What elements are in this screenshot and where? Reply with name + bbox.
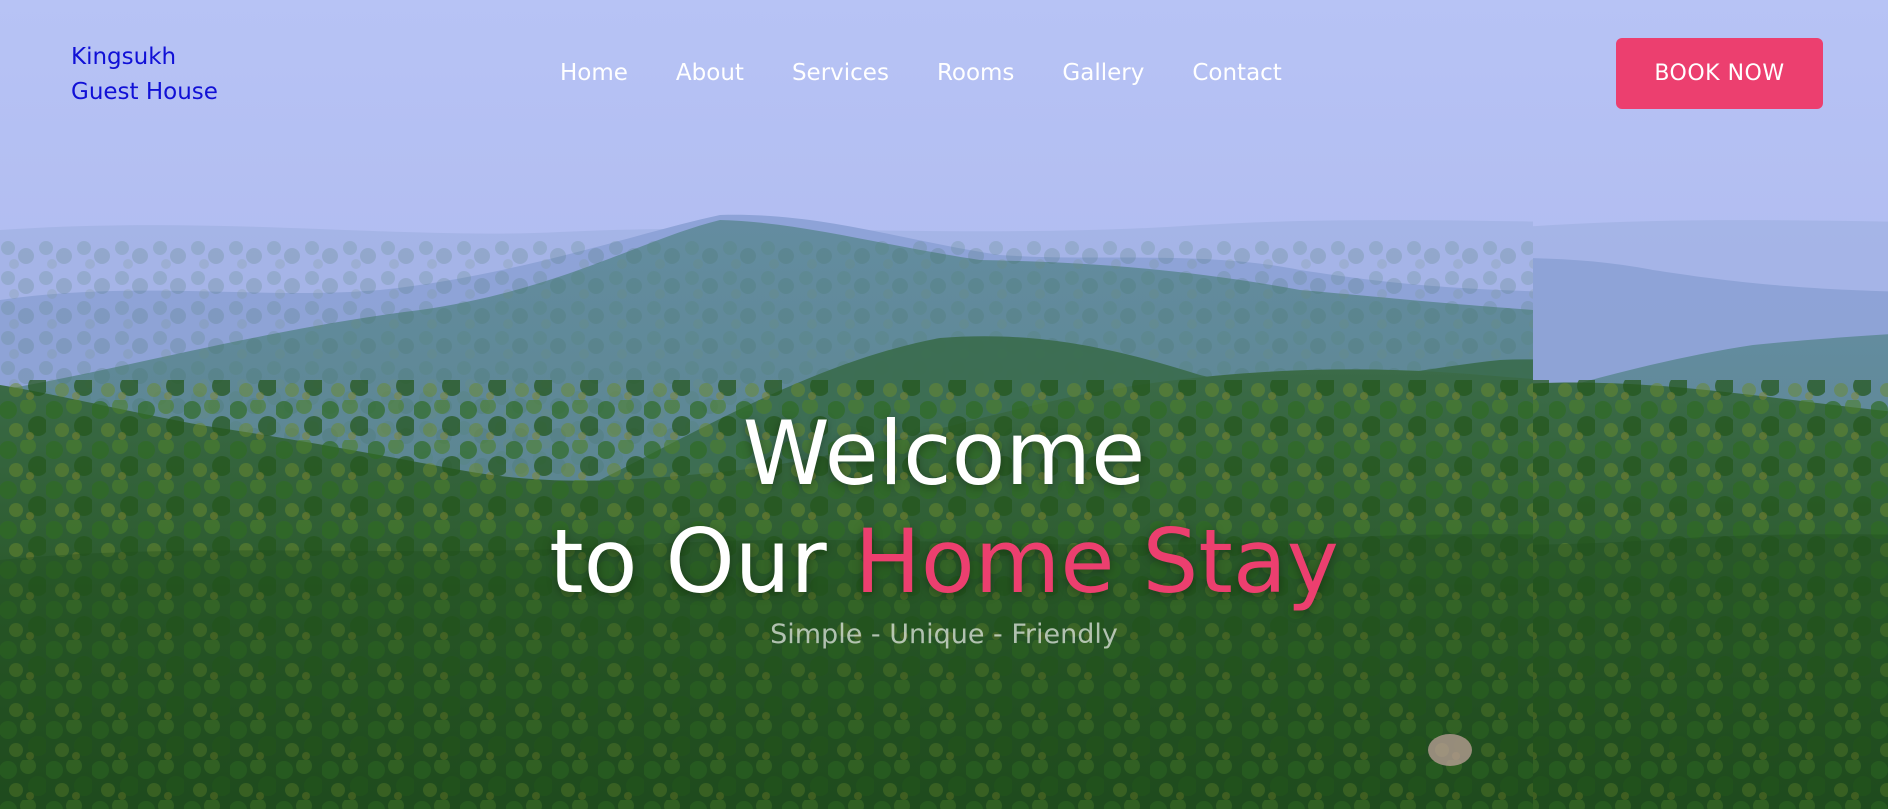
nav-link-services[interactable]: Services (792, 56, 889, 90)
brand-name-line2: Guest House (71, 79, 218, 105)
top-navbar: Kingsukh Guest House Home About Services… (0, 0, 1888, 150)
nav-link-gallery[interactable]: Gallery (1062, 56, 1144, 90)
nav-link-rooms[interactable]: Rooms (937, 56, 1014, 90)
brand-logo-link[interactable]: Kingsukh Guest House (71, 40, 218, 110)
hero-headline-prefix: to Our (549, 510, 827, 613)
hero-headline-line1: Welcome (742, 402, 1146, 505)
main-navigation: Home About Services Rooms Gallery Contac… (560, 56, 1282, 90)
hero-section: Kingsukh Guest House Home About Services… (0, 0, 1888, 809)
brand-name-line1: Kingsukh (71, 44, 177, 70)
nav-link-contact[interactable]: Contact (1192, 56, 1281, 90)
nav-link-home[interactable]: Home (560, 56, 628, 90)
hero-text-block: Welcome to Our Home Stay Simple - Unique… (0, 400, 1888, 654)
hero-headline-accent: Home Stay (854, 510, 1339, 613)
book-now-button[interactable]: BOOK NOW (1616, 38, 1823, 109)
nav-link-about[interactable]: About (676, 56, 744, 90)
hero-headline-line2: to Our Home Stay (0, 508, 1888, 616)
hero-tagline: Simple - Unique - Friendly (770, 619, 1118, 650)
